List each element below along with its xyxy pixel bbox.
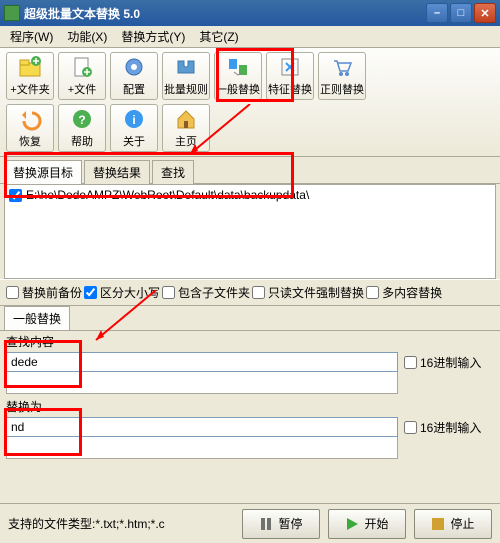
- batch-rule-button[interactable]: 批量规则: [162, 52, 210, 100]
- replace-input[interactable]: [6, 417, 398, 437]
- menu-replace-mode[interactable]: 替换方式(Y): [115, 26, 191, 47]
- opt-readonly[interactable]: [252, 286, 265, 299]
- replace-hex-check[interactable]: [404, 421, 417, 434]
- maximize-button[interactable]: □: [450, 3, 472, 23]
- recover-button[interactable]: 恢复: [6, 104, 54, 152]
- find-input[interactable]: [6, 352, 398, 372]
- help-button[interactable]: ? 帮助: [58, 104, 106, 152]
- config-button[interactable]: 配置: [110, 52, 158, 100]
- close-button[interactable]: ✕: [474, 3, 496, 23]
- toolbar: +文件夹 +文件 配置 批量规则 一般替换 特征替换 正则替换 恢: [0, 48, 500, 157]
- opt-multi[interactable]: [366, 286, 379, 299]
- pause-button[interactable]: 暂停: [242, 509, 320, 539]
- titlebar: 超级批量文本替换 5.0 – □ ✕: [0, 0, 500, 26]
- home-button[interactable]: 主页: [162, 104, 210, 152]
- list-item-check[interactable]: [9, 189, 22, 202]
- opt-subfolder[interactable]: [162, 286, 175, 299]
- tab-result[interactable]: 替换结果: [84, 160, 150, 184]
- puzzle-icon: [174, 55, 198, 79]
- gear-icon: [122, 55, 146, 79]
- find-hex-check[interactable]: [404, 356, 417, 369]
- stop-button[interactable]: 停止: [414, 509, 492, 539]
- info-icon: i: [122, 107, 146, 131]
- menu-program[interactable]: 程序(W): [4, 26, 59, 47]
- stop-icon: [431, 517, 445, 531]
- tab-find[interactable]: 查找: [152, 160, 194, 184]
- window-title: 超级批量文本替换 5.0: [24, 5, 426, 22]
- opt-backup[interactable]: [6, 286, 19, 299]
- regex-replace-button[interactable]: 正则替换: [318, 52, 366, 100]
- minimize-button[interactable]: –: [426, 3, 448, 23]
- file-plus-icon: [70, 55, 94, 79]
- about-button[interactable]: i 关于: [110, 104, 158, 152]
- play-icon: [345, 517, 359, 531]
- add-file-button[interactable]: +文件: [58, 52, 106, 100]
- feature-replace-button[interactable]: 特征替换: [266, 52, 314, 100]
- undo-icon: [18, 107, 42, 131]
- folder-plus-icon: [18, 55, 42, 79]
- add-folder-button[interactable]: +文件夹: [6, 52, 54, 100]
- menubar: 程序(W) 功能(X) 替换方式(Y) 其它(Z): [0, 26, 500, 48]
- footer: 支持的文件类型:*.txt;*.htm;*.c 暂停 开始 停止: [0, 503, 500, 543]
- find-label: 查找内容: [6, 333, 494, 350]
- list-item[interactable]: E:\he\DedeAMPZ\WebRoot\Default\data\back…: [7, 187, 493, 203]
- mode-tab-general[interactable]: 一般替换: [4, 306, 70, 330]
- list-item-path: E:\he\DedeAMPZ\WebRoot\Default\data\back…: [26, 188, 309, 202]
- supported-types: 支持的文件类型:*.txt;*.htm;*.c: [8, 515, 234, 532]
- menu-other[interactable]: 其它(Z): [193, 26, 244, 47]
- opt-case[interactable]: [84, 286, 97, 299]
- app-icon: [4, 5, 20, 21]
- tab-source[interactable]: 替换源目标: [4, 160, 82, 184]
- svg-text:?: ?: [78, 113, 85, 127]
- source-list[interactable]: E:\he\DedeAMPZ\WebRoot\Default\data\back…: [4, 184, 496, 279]
- help-icon: ?: [70, 107, 94, 131]
- cart-icon: [330, 55, 354, 79]
- pause-icon: [259, 517, 273, 531]
- replace-label: 替换为: [6, 398, 494, 415]
- tag-replace-icon: [278, 55, 302, 79]
- home-icon: [174, 107, 198, 131]
- menu-function[interactable]: 功能(X): [61, 26, 113, 47]
- source-tabs: 替换源目标 替换结果 查找: [0, 157, 500, 184]
- options-row: 替换前备份 区分大小写 包含子文件夹 只读文件强制替换 多内容替换: [0, 279, 500, 306]
- start-button[interactable]: 开始: [328, 509, 406, 539]
- replace-icon: [226, 55, 250, 79]
- svg-text:i: i: [132, 113, 135, 127]
- general-replace-button[interactable]: 一般替换: [214, 52, 262, 100]
